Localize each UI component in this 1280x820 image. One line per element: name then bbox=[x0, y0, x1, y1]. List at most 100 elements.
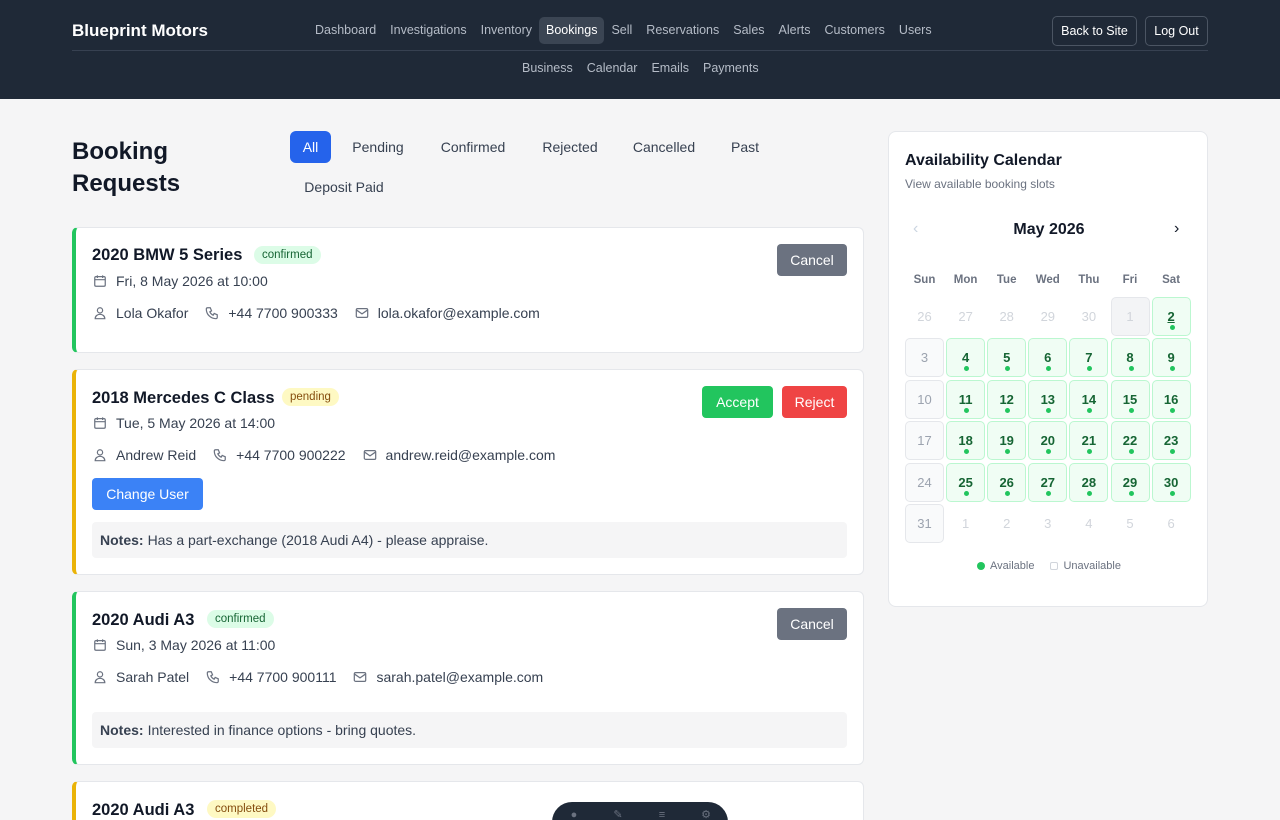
toolbar-pointer-icon[interactable]: ● bbox=[566, 810, 582, 820]
nav-customers[interactable]: Customers bbox=[817, 17, 891, 44]
calendar-day: 24 bbox=[905, 462, 944, 502]
reject-button[interactable]: Reject bbox=[782, 386, 847, 418]
calendar-day[interactable]: 22 bbox=[1110, 421, 1150, 461]
calendar-day: 1 bbox=[1110, 297, 1150, 336]
filter-cancelled[interactable]: Cancelled bbox=[623, 131, 705, 163]
nav-sales[interactable]: Sales bbox=[726, 17, 771, 44]
toolbar-pen-icon[interactable]: ✎ bbox=[610, 810, 626, 820]
nav-inventory[interactable]: Inventory bbox=[474, 17, 539, 44]
calendar-day[interactable]: 30 bbox=[1151, 462, 1191, 502]
customer-phone[interactable]: +44 7700 900333 bbox=[228, 305, 337, 321]
booking-card: 2018 Mercedes C Class pending Accept Rej… bbox=[72, 369, 864, 575]
booking-vehicle-title: 2020 Audi A3 bbox=[92, 611, 195, 629]
filter-deposit-paid[interactable]: Deposit Paid bbox=[295, 171, 393, 203]
nav-emails[interactable]: Emails bbox=[644, 55, 696, 82]
calendar-day[interactable]: 14 bbox=[1069, 379, 1109, 419]
calendar-day: 28 bbox=[999, 309, 1014, 324]
nav-sell[interactable]: Sell bbox=[604, 17, 639, 44]
calendar-subtitle: View available booking slots bbox=[905, 177, 1055, 191]
toolbar-menu-icon[interactable]: ≡ bbox=[654, 810, 670, 820]
calendar-day[interactable]: 12 bbox=[987, 379, 1027, 419]
change-user-button[interactable]: Change User bbox=[92, 478, 203, 510]
customer-email[interactable]: sarah.patel@example.com bbox=[376, 669, 543, 685]
booking-contact-row: Andrew Reid +44 7700 900222 andrew.reid@… bbox=[92, 447, 571, 463]
logout-button[interactable]: Log Out bbox=[1145, 16, 1208, 46]
nav-investigations[interactable]: Investigations bbox=[383, 17, 473, 44]
calendar-day[interactable]: 28 bbox=[1069, 462, 1109, 502]
cancel-button[interactable]: Cancel bbox=[777, 608, 847, 640]
filter-all[interactable]: All bbox=[290, 131, 331, 163]
calendar-day[interactable]: 29 bbox=[1110, 462, 1150, 502]
customer-email[interactable]: andrew.reid@example.com bbox=[386, 447, 556, 463]
calendar-day[interactable]: 7 bbox=[1069, 338, 1109, 378]
cancel-button[interactable]: Cancel bbox=[777, 244, 847, 276]
nav-alerts[interactable]: Alerts bbox=[772, 17, 818, 44]
calendar-day: 27 bbox=[958, 309, 973, 324]
next-month-icon[interactable]: › bbox=[1174, 220, 1179, 238]
calendar-day[interactable]: 5 bbox=[987, 338, 1027, 378]
nav-reservations[interactable]: Reservations bbox=[639, 17, 726, 44]
nav-users[interactable]: Users bbox=[892, 17, 939, 44]
calendar-day[interactable]: 11 bbox=[946, 379, 986, 419]
calendar-day[interactable]: 4 bbox=[946, 338, 986, 378]
calendar-day: 6 bbox=[1167, 516, 1175, 531]
customer-phone[interactable]: +44 7700 900222 bbox=[236, 447, 345, 463]
notes-text: Has a part-exchange (2018 Audi A4) - ple… bbox=[147, 532, 489, 548]
booking-notes: Notes: Has a part-exchange (2018 Audi A4)… bbox=[92, 522, 847, 558]
weekday-sun: Sun bbox=[913, 274, 936, 286]
calendar-day[interactable]: 18 bbox=[946, 421, 986, 461]
booking-vehicle-title: 2018 Mercedes C Class bbox=[92, 389, 275, 407]
nav-calendar[interactable]: Calendar bbox=[580, 55, 645, 82]
calendar-title: Availability Calendar bbox=[905, 152, 1062, 169]
floating-toolbar[interactable]: ● ✎ ≡ ⚙ bbox=[552, 802, 728, 820]
calendar-day[interactable]: 19 bbox=[987, 421, 1027, 461]
legend-unavailable: Unavailable bbox=[1063, 560, 1121, 572]
calendar-day[interactable]: 20 bbox=[1028, 421, 1068, 461]
calendar-day: 17 bbox=[905, 421, 944, 461]
calendar-day[interactable]: 27 bbox=[1028, 462, 1068, 502]
nav-dashboard[interactable]: Dashboard bbox=[308, 17, 383, 44]
calendar-month: May 2026 bbox=[1013, 221, 1085, 238]
toolbar-settings-icon[interactable]: ⚙ bbox=[698, 810, 714, 820]
nav-payments[interactable]: Payments bbox=[696, 55, 766, 82]
status-badge: pending bbox=[282, 388, 339, 406]
weekday-mon: Mon bbox=[953, 274, 978, 286]
filter-pending[interactable]: Pending bbox=[343, 131, 413, 163]
calendar-legend: Available Unavailable bbox=[889, 560, 1209, 572]
filter-past[interactable]: Past bbox=[721, 131, 769, 163]
calendar-day[interactable]: 25 bbox=[946, 462, 986, 502]
nav-bookings[interactable]: Bookings bbox=[539, 17, 605, 44]
filter-rejected[interactable]: Rejected bbox=[532, 131, 608, 163]
phone-icon bbox=[204, 305, 220, 321]
calendar-day[interactable]: 23 bbox=[1151, 421, 1191, 461]
calendar-day[interactable]: 21 bbox=[1069, 421, 1109, 461]
calendar-day[interactable]: 26 bbox=[987, 462, 1027, 502]
nav-business[interactable]: Business bbox=[515, 55, 580, 82]
notes-label: Notes: bbox=[100, 532, 144, 548]
status-badge: confirmed bbox=[207, 610, 274, 628]
weekday-thu: Thu bbox=[1078, 274, 1100, 286]
back-to-site-button[interactable]: Back to Site bbox=[1052, 16, 1137, 46]
mail-icon bbox=[352, 669, 368, 685]
booking-vehicle-title: 2020 BMW 5 Series bbox=[92, 246, 243, 264]
calendar-day[interactable]: 9 bbox=[1151, 338, 1191, 378]
accept-button[interactable]: Accept bbox=[702, 386, 773, 418]
customer-name: Andrew Reid bbox=[116, 447, 197, 463]
booking-datetime: Sun, 3 May 2026 at 11:00 bbox=[92, 637, 275, 653]
customer-phone[interactable]: +44 7700 900111 bbox=[229, 669, 336, 685]
notes-label: Notes: bbox=[100, 722, 144, 738]
customer-email[interactable]: lola.okafor@example.com bbox=[378, 305, 540, 321]
calendar-day[interactable]: 13 bbox=[1028, 379, 1068, 419]
calendar-day: 5 bbox=[1126, 516, 1134, 531]
mail-icon bbox=[354, 305, 370, 321]
calendar-day[interactable]: 6 bbox=[1028, 338, 1068, 378]
unavailable-square-icon bbox=[1050, 562, 1059, 570]
page-title: Booking Requests bbox=[72, 138, 181, 197]
calendar-day[interactable]: 2 bbox=[1151, 297, 1191, 336]
calendar-day: 10 bbox=[905, 379, 944, 419]
calendar-day[interactable]: 16 bbox=[1151, 379, 1191, 419]
calendar-day[interactable]: 8 bbox=[1110, 338, 1150, 378]
calendar-day[interactable]: 15 bbox=[1110, 379, 1150, 419]
filter-confirmed[interactable]: Confirmed bbox=[429, 131, 517, 163]
brand-logo[interactable]: Blueprint Motors bbox=[72, 21, 208, 41]
